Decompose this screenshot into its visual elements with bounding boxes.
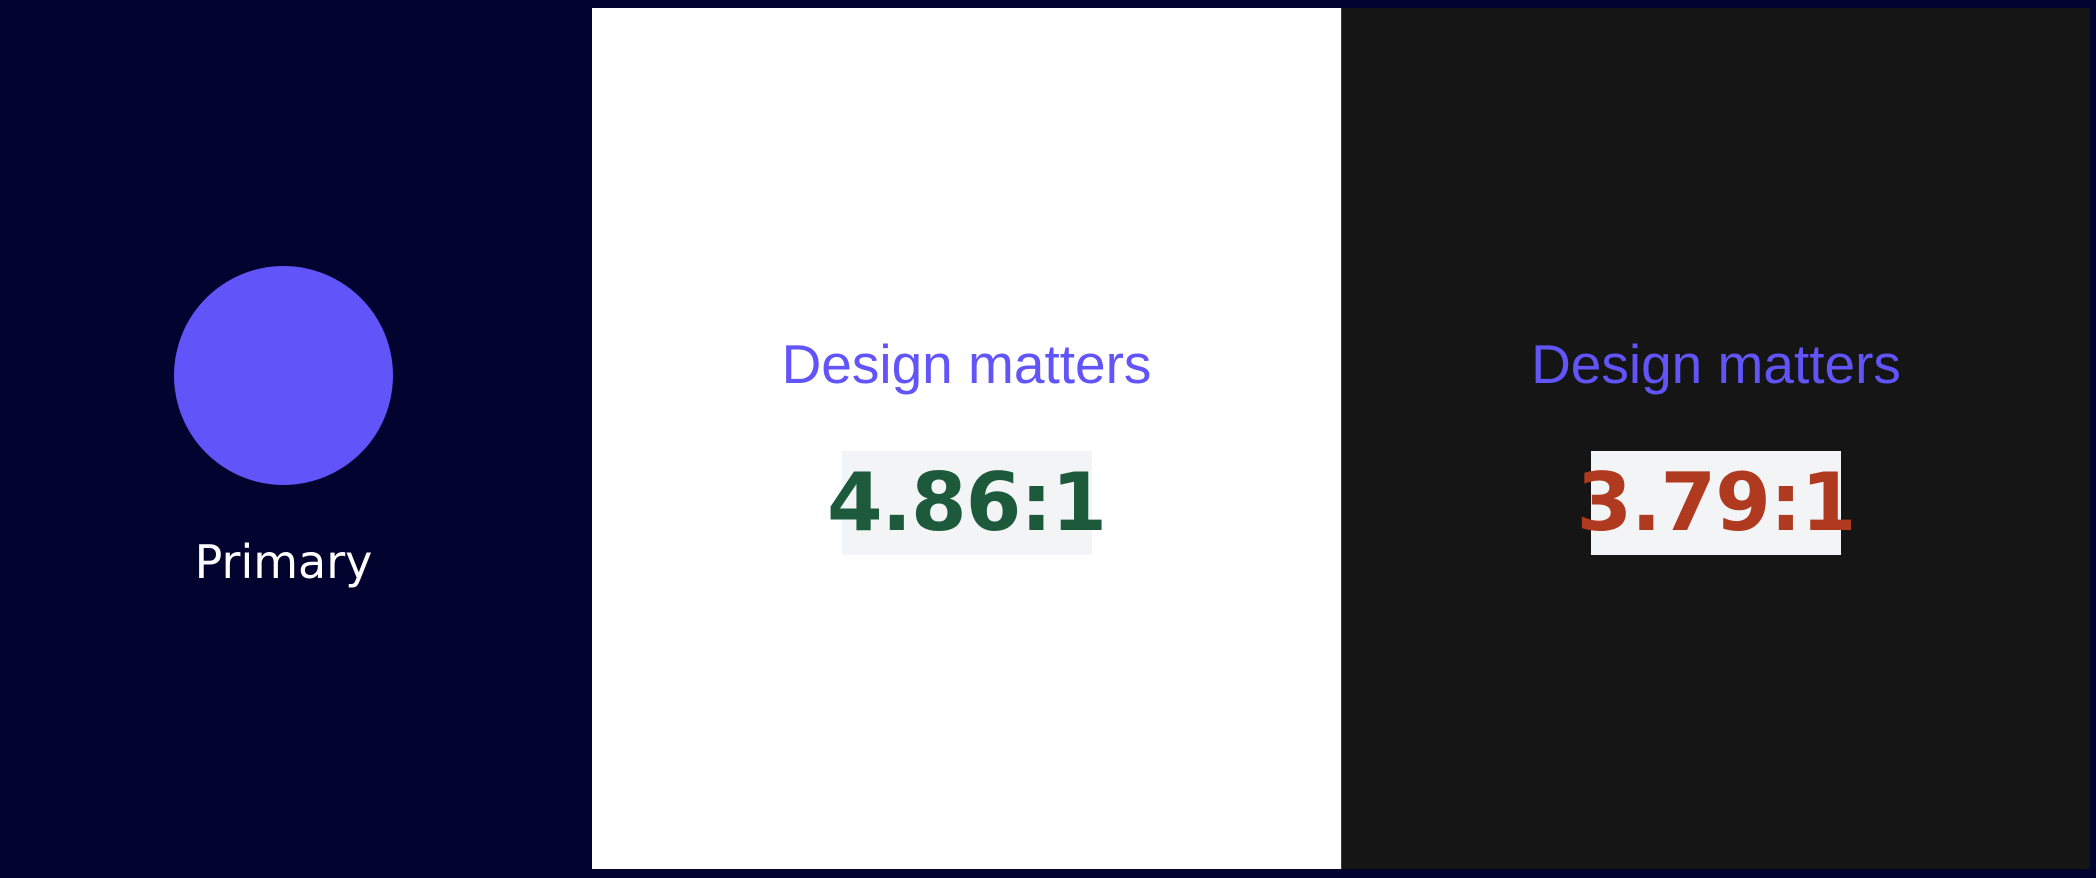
light-contrast-ratio-box: 4.86:1 bbox=[827, 451, 1107, 555]
contrast-checker-canvas: Primary Design matters 4.86:1 Design mat… bbox=[0, 0, 2096, 878]
light-contrast-ratio: 4.86:1 bbox=[826, 456, 1107, 549]
primary-color-swatch[interactable] bbox=[174, 266, 393, 485]
color-swatch-panel: Primary bbox=[0, 0, 591, 878]
light-sample-text: Design matters bbox=[781, 333, 1152, 395]
dark-sample-text: Design matters bbox=[1531, 333, 1901, 395]
dark-contrast-ratio: 3.79:1 bbox=[1576, 456, 1856, 549]
swatch-label: Primary bbox=[194, 535, 373, 589]
dark-background-preview: Design matters 3.79:1 bbox=[1341, 8, 2090, 869]
dark-contrast-ratio-box: 3.79:1 bbox=[1576, 451, 1857, 555]
light-background-preview: Design matters 4.86:1 bbox=[592, 8, 1341, 869]
